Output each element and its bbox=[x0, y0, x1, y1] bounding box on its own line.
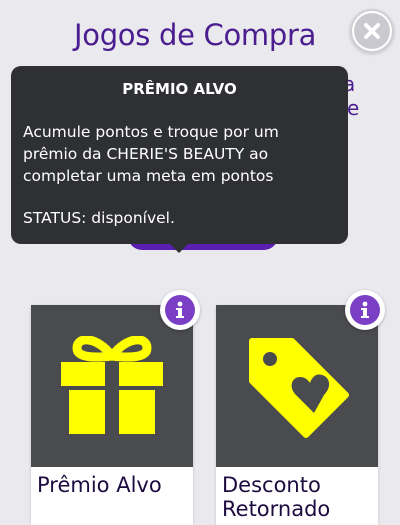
card-label: Prêmio Alvo bbox=[37, 473, 162, 497]
tooltip-status: STATUS: disponível. bbox=[23, 209, 175, 227]
background-text-fragment: e bbox=[347, 96, 360, 120]
game-card-desconto-retornado[interactable]: Desconto Retornado bbox=[216, 305, 378, 525]
card-image bbox=[31, 305, 193, 467]
info-button[interactable] bbox=[345, 290, 385, 330]
price-tag-heart-icon bbox=[249, 338, 349, 438]
close-button[interactable] bbox=[350, 9, 394, 53]
tooltip-arrow bbox=[169, 243, 189, 253]
info-button[interactable] bbox=[160, 290, 200, 330]
tooltip-title: PRÊMIO ALVO bbox=[122, 80, 237, 98]
tooltip-description: Acumule pontos e troque por um prêmio da… bbox=[23, 123, 279, 185]
info-icon bbox=[350, 295, 380, 325]
card-image bbox=[216, 305, 378, 467]
page-title: Jogos de Compra bbox=[74, 18, 317, 52]
info-tooltip: PRÊMIO ALVO Acumule pontos e troque por … bbox=[11, 66, 348, 244]
card-label: Desconto Retornado bbox=[222, 473, 331, 521]
close-icon bbox=[354, 13, 390, 49]
gift-icon bbox=[61, 336, 163, 434]
game-card-premio-alvo[interactable]: Prêmio Alvo bbox=[31, 305, 193, 525]
info-icon bbox=[165, 295, 195, 325]
